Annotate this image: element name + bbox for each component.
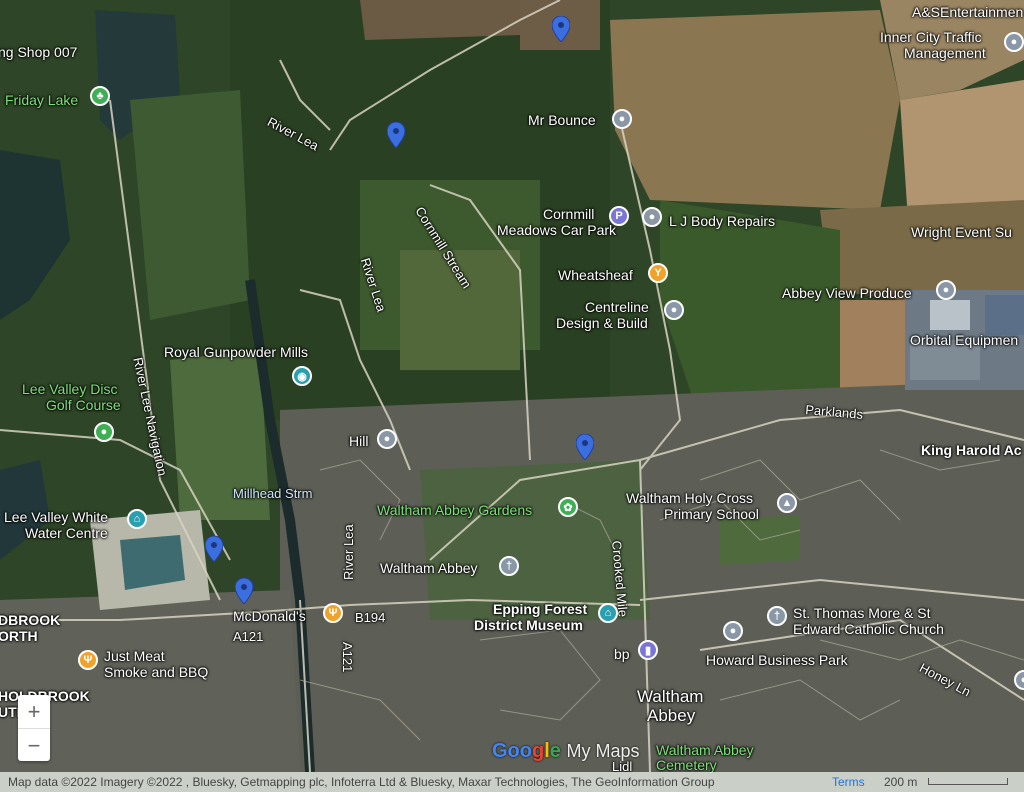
- label-a121-1: A121: [233, 629, 264, 644]
- label-millhead-strm: Millhead Strm: [233, 486, 313, 501]
- label-royal-gunpowder-mills[interactable]: Royal Gunpowder Mills: [164, 344, 308, 360]
- label-a121-2: A121: [340, 642, 355, 673]
- attribution-text: Map data ©2022 Imagery ©2022 , Bluesky, …: [8, 775, 715, 789]
- label-holdbrook-north-2: ORTH: [0, 628, 38, 644]
- label-inner-city-2[interactable]: Management: [904, 45, 986, 61]
- museum-icon[interactable]: ⌂: [598, 603, 618, 623]
- location-pin-icon[interactable]: ●: [377, 429, 397, 449]
- logo-part: e: [549, 740, 561, 762]
- map-marker-icon[interactable]: [205, 536, 223, 562]
- label-just-meat-2[interactable]: Smoke and BBQ: [104, 664, 208, 680]
- label-cemetery-1[interactable]: Waltham Abbey: [656, 742, 754, 758]
- zoom-controls: + −: [18, 695, 50, 761]
- label-waltham-town-2: Abbey: [647, 706, 696, 725]
- label-st-thomas-2[interactable]: Edward Catholic Church: [793, 621, 944, 637]
- location-pin-icon[interactable]: ●: [642, 207, 662, 227]
- label-lee-valley-white-1[interactable]: Lee Valley White: [4, 509, 108, 525]
- fork-knife-icon[interactable]: Ψ: [78, 650, 98, 670]
- label-mcdonalds[interactable]: McDonald's: [233, 608, 306, 624]
- terms-link[interactable]: Terms: [832, 772, 865, 792]
- google-my-maps-logo: Google My Maps: [492, 740, 639, 763]
- label-waltham-abbey-church[interactable]: Waltham Abbey: [380, 560, 478, 576]
- label-lee-valley-disc-2[interactable]: Golf Course: [46, 397, 121, 413]
- label-lj-body-repairs[interactable]: L J Body Repairs: [669, 213, 775, 229]
- map-marker-icon[interactable]: [576, 434, 594, 460]
- label-epping-2[interactable]: District Museum: [474, 617, 583, 633]
- scale-label: 200 m: [884, 775, 918, 789]
- location-pin-icon[interactable]: ●: [936, 280, 956, 300]
- zoom-out-button[interactable]: −: [18, 728, 50, 762]
- label-wheatsheaf[interactable]: Wheatsheaf: [558, 267, 633, 283]
- parking-icon[interactable]: P: [609, 206, 629, 226]
- map-marker-icon[interactable]: [552, 16, 570, 42]
- label-epping-1[interactable]: Epping Forest: [493, 601, 587, 617]
- label-hill[interactable]: Hill: [349, 433, 368, 449]
- map-attribution-bar: Map data ©2022 Imagery ©2022 , Bluesky, …: [0, 772, 1024, 792]
- label-wright-event[interactable]: Wright Event Su: [911, 224, 1012, 240]
- label-king-harold[interactable]: King Harold Ac: [921, 442, 1022, 458]
- scale-bar: [928, 778, 1008, 785]
- building-icon[interactable]: ⌂: [127, 509, 147, 529]
- label-centreline-1[interactable]: Centreline: [585, 299, 649, 315]
- label-lee-valley-white-2[interactable]: Water Centre: [25, 525, 108, 541]
- cross-icon[interactable]: †: [499, 556, 519, 576]
- cross-icon[interactable]: †: [767, 606, 787, 626]
- label-centreline-2[interactable]: Design & Build: [556, 315, 648, 331]
- label-just-meat-1[interactable]: Just Meat: [104, 648, 165, 664]
- location-pin-icon[interactable]: ●: [664, 300, 684, 320]
- location-pin-icon[interactable]: ●: [612, 109, 632, 129]
- label-friday-lake[interactable]: Friday Lake: [5, 92, 78, 108]
- label-st-thomas-1[interactable]: St. Thomas More & St: [793, 605, 930, 621]
- fork-knife-icon[interactable]: Ψ: [323, 603, 343, 623]
- label-howard-business-park[interactable]: Howard Business Park: [706, 652, 848, 668]
- label-waltham-holy-cross-2[interactable]: Primary School: [664, 506, 759, 522]
- flower-icon[interactable]: ✿: [558, 497, 578, 517]
- camera-icon[interactable]: ◉: [292, 366, 312, 386]
- location-pin-icon[interactable]: ●: [1004, 32, 1024, 52]
- label-asentertainment[interactable]: A&SEntertainmen: [912, 4, 1023, 20]
- label-cemetery-2[interactable]: Cemetery: [656, 757, 717, 773]
- label-cornmill-car-park-2[interactable]: Meadows Car Park: [497, 222, 616, 238]
- map-marker-icon[interactable]: [387, 122, 405, 148]
- label-b194: B194: [355, 610, 386, 625]
- park-icon[interactable]: ♣: [90, 86, 110, 106]
- fuel-pump-icon[interactable]: ▮: [638, 640, 658, 660]
- logo-part: Goo: [492, 740, 532, 762]
- label-mr-bounce[interactable]: Mr Bounce: [528, 112, 596, 128]
- zoom-in-button[interactable]: +: [18, 695, 50, 728]
- label-shop[interactable]: ng Shop 007: [0, 44, 77, 60]
- label-abbey-view-produce[interactable]: Abbey View Produce: [782, 285, 912, 301]
- label-waltham-abbey-gardens[interactable]: Waltham Abbey Gardens: [377, 502, 532, 518]
- satellite-map[interactable]: ng Shop 007 Friday Lake ♣ River Lea Corn…: [0, 0, 1024, 792]
- graduation-cap-icon[interactable]: ▲: [777, 493, 797, 513]
- location-pin-icon[interactable]: ●: [94, 422, 114, 442]
- label-inner-city-1[interactable]: Inner City Traffic: [880, 29, 982, 45]
- map-marker-icon[interactable]: [235, 578, 253, 604]
- location-pin-icon[interactable]: ●: [723, 621, 743, 641]
- label-holdbrook-north-1: DBROOK: [0, 612, 61, 628]
- label-lee-valley-disc-1[interactable]: Lee Valley Disc: [22, 381, 117, 397]
- logo-my-maps: My Maps: [566, 741, 640, 761]
- logo-part: g: [532, 740, 545, 762]
- label-waltham-town-1: Waltham: [637, 687, 704, 706]
- cocktail-icon[interactable]: Y: [648, 263, 668, 283]
- label-cornmill-car-park-1[interactable]: Cornmill: [543, 206, 594, 222]
- label-waltham-holy-cross-1[interactable]: Waltham Holy Cross: [626, 490, 753, 506]
- label-orbital-equipment[interactable]: Orbital Equipmen: [910, 332, 1018, 348]
- label-bp[interactable]: bp: [614, 646, 630, 662]
- label-river-lea-4: River Lea: [341, 524, 356, 580]
